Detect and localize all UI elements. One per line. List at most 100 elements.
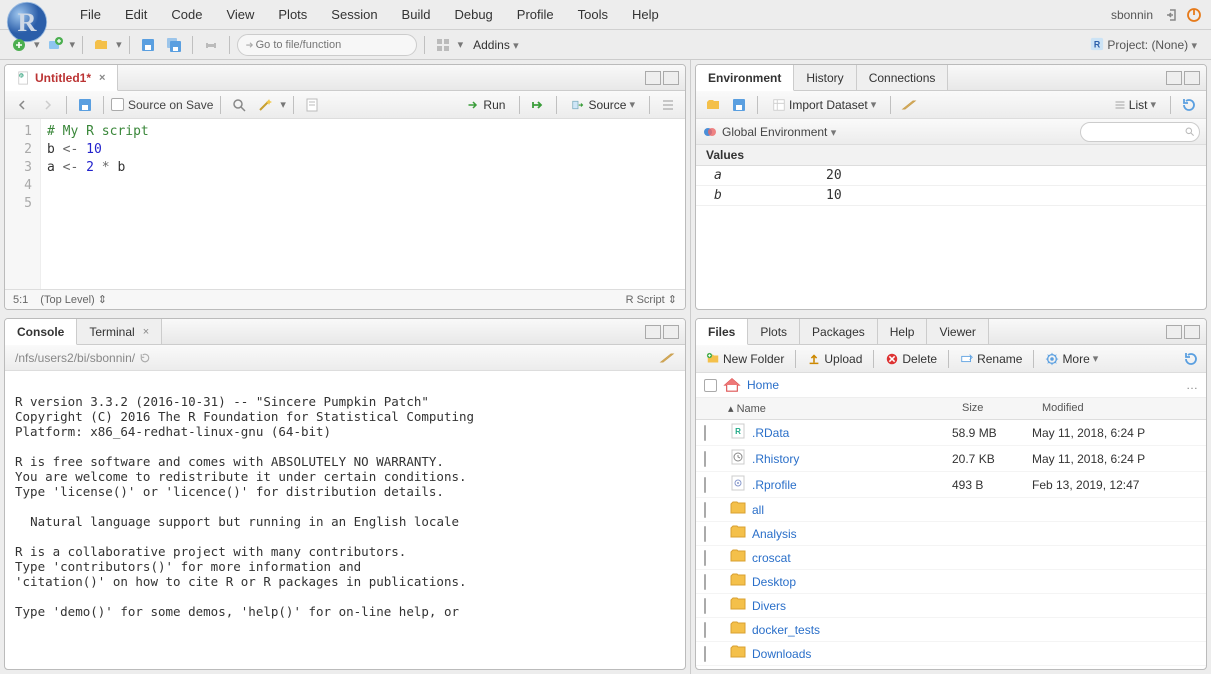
maximize-pane-icon[interactable] bbox=[1184, 71, 1200, 85]
console-tab[interactable]: Console bbox=[5, 319, 77, 345]
file-row[interactable]: Desktop bbox=[696, 570, 1206, 594]
menu-view[interactable]: View bbox=[214, 3, 266, 26]
terminal-tab[interactable]: Terminal× bbox=[77, 319, 162, 344]
new-file-icon[interactable] bbox=[8, 34, 30, 56]
source-on-save-checkbox[interactable] bbox=[111, 98, 124, 111]
report-icon[interactable] bbox=[301, 94, 323, 116]
grid-icon[interactable] bbox=[432, 34, 454, 56]
file-type-selector[interactable]: R Script ⇕ bbox=[626, 293, 677, 306]
menu-session[interactable]: Session bbox=[319, 3, 389, 26]
file-checkbox[interactable] bbox=[704, 477, 706, 493]
file-name[interactable]: .Rhistory bbox=[752, 452, 799, 466]
file-name[interactable]: Divers bbox=[752, 599, 786, 613]
close-terminal-icon[interactable]: × bbox=[143, 326, 149, 338]
file-checkbox[interactable] bbox=[704, 451, 706, 467]
more-button[interactable]: More ▾ bbox=[1039, 350, 1104, 368]
file-row[interactable]: Divers bbox=[696, 594, 1206, 618]
save-all-icon[interactable] bbox=[163, 34, 185, 56]
delete-button[interactable]: Delete bbox=[879, 350, 943, 368]
file-row[interactable]: R.RData 58.9 MB May 11, 2018, 6:24 P bbox=[696, 420, 1206, 446]
dropdown-caret-icon[interactable]: ▾ bbox=[34, 38, 40, 51]
scope-selector[interactable]: (Top Level) ⇕ bbox=[40, 293, 107, 306]
save-icon[interactable] bbox=[137, 34, 159, 56]
find-icon[interactable] bbox=[228, 94, 250, 116]
minimize-pane-icon[interactable] bbox=[1166, 71, 1182, 85]
goto-file-function[interactable] bbox=[237, 34, 417, 56]
save-workspace-icon[interactable] bbox=[728, 94, 750, 116]
connections-tab[interactable]: Connections bbox=[857, 65, 949, 90]
history-tab[interactable]: History bbox=[794, 65, 856, 90]
menu-plots[interactable]: Plots bbox=[266, 3, 319, 26]
home-icon[interactable] bbox=[723, 377, 741, 393]
wand-icon[interactable] bbox=[254, 94, 276, 116]
select-all-checkbox[interactable] bbox=[704, 379, 717, 392]
minimize-pane-icon[interactable] bbox=[645, 71, 661, 85]
minimize-pane-icon[interactable] bbox=[645, 325, 661, 339]
upload-button[interactable]: Upload bbox=[801, 350, 868, 368]
file-name[interactable]: .Rprofile bbox=[752, 478, 797, 492]
col-modified[interactable]: Modified bbox=[1036, 398, 1206, 419]
file-row[interactable]: all bbox=[696, 498, 1206, 522]
menu-tools[interactable]: Tools bbox=[566, 3, 620, 26]
col-name[interactable]: ▴ Name bbox=[722, 398, 956, 419]
file-checkbox[interactable] bbox=[704, 550, 706, 566]
help-tab[interactable]: Help bbox=[878, 319, 928, 344]
open-file-icon[interactable] bbox=[90, 34, 112, 56]
file-row[interactable]: Downloads bbox=[696, 642, 1206, 666]
clear-console-icon[interactable] bbox=[659, 350, 675, 366]
file-name[interactable]: docker_tests bbox=[752, 623, 820, 637]
menu-build[interactable]: Build bbox=[390, 3, 443, 26]
source-tab[interactable]: R Untitled1* × bbox=[5, 65, 118, 91]
rename-button[interactable]: Rename bbox=[954, 350, 1028, 368]
breadcrumb-home[interactable]: Home bbox=[747, 378, 779, 392]
file-checkbox[interactable] bbox=[704, 622, 706, 638]
plots-tab[interactable]: Plots bbox=[748, 319, 800, 344]
back-icon[interactable] bbox=[11, 94, 33, 116]
signout-icon[interactable] bbox=[1161, 4, 1183, 26]
env-row[interactable]: a20 bbox=[696, 166, 1206, 186]
files-tab[interactable]: Files bbox=[696, 319, 748, 345]
power-icon[interactable] bbox=[1183, 4, 1205, 26]
menu-file[interactable]: File bbox=[68, 3, 113, 26]
environment-tab[interactable]: Environment bbox=[696, 65, 794, 91]
env-search-input[interactable] bbox=[1080, 122, 1200, 142]
menu-profile[interactable]: Profile bbox=[505, 3, 566, 26]
addins-menu[interactable]: Addins ▾ bbox=[467, 36, 525, 54]
path-more-icon[interactable]: … bbox=[1186, 378, 1198, 392]
menu-code[interactable]: Code bbox=[159, 3, 214, 26]
file-checkbox[interactable] bbox=[704, 526, 706, 542]
file-row[interactable]: croscat bbox=[696, 546, 1206, 570]
maximize-pane-icon[interactable] bbox=[663, 71, 679, 85]
view-mode-list[interactable]: List ▾ bbox=[1107, 95, 1163, 115]
rerun-icon[interactable] bbox=[527, 94, 549, 116]
new-folder-button[interactable]: New Folder bbox=[700, 350, 790, 368]
file-name[interactable]: Desktop bbox=[752, 575, 796, 589]
maximize-pane-icon[interactable] bbox=[663, 325, 679, 339]
import-dataset-button[interactable]: Import Dataset ▾ bbox=[765, 95, 883, 115]
source-button[interactable]: Source ▾ bbox=[564, 95, 642, 115]
new-project-icon[interactable] bbox=[44, 34, 66, 56]
file-row[interactable]: Analysis bbox=[696, 522, 1206, 546]
refresh-env-icon[interactable] bbox=[1178, 94, 1200, 116]
file-row[interactable]: .Rhistory 20.7 KB May 11, 2018, 6:24 P bbox=[696, 446, 1206, 472]
outline-icon[interactable] bbox=[657, 94, 679, 116]
viewer-tab[interactable]: Viewer bbox=[927, 319, 988, 344]
env-scope-selector[interactable]: Global Environment ▾ bbox=[722, 125, 836, 139]
run-button[interactable]: Run bbox=[459, 95, 512, 115]
save-icon[interactable] bbox=[74, 94, 96, 116]
file-checkbox[interactable] bbox=[704, 574, 706, 590]
maximize-pane-icon[interactable] bbox=[1184, 325, 1200, 339]
env-search[interactable] bbox=[1080, 122, 1200, 142]
menu-edit[interactable]: Edit bbox=[113, 3, 159, 26]
file-checkbox[interactable] bbox=[704, 646, 706, 662]
goto-input[interactable] bbox=[256, 39, 396, 51]
menu-help[interactable]: Help bbox=[620, 3, 671, 26]
forward-icon[interactable] bbox=[37, 94, 59, 116]
file-row[interactable]: .Rprofile 493 B Feb 13, 2019, 12:47 bbox=[696, 472, 1206, 498]
project-menu[interactable]: R Project: (None) ▾ bbox=[1084, 35, 1203, 54]
clear-env-icon[interactable] bbox=[898, 94, 920, 116]
file-row[interactable]: docker_tests bbox=[696, 618, 1206, 642]
file-name[interactable]: Analysis bbox=[752, 527, 797, 541]
file-name[interactable]: croscat bbox=[752, 551, 791, 565]
menu-debug[interactable]: Debug bbox=[442, 3, 504, 26]
